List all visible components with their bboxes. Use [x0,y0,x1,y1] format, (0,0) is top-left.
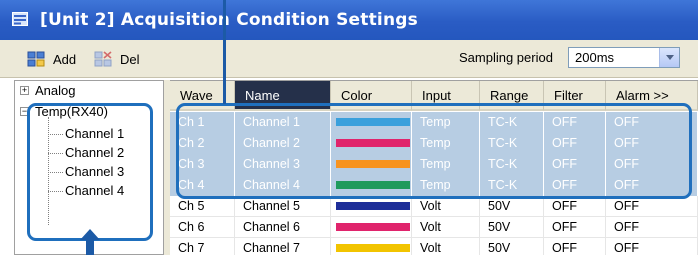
window-titlebar: [Unit 2] Acquisition Condition Settings [0,0,698,40]
cell-alarm[interactable]: OFF [606,196,698,217]
column-header-color[interactable]: Color [331,81,412,111]
tree-connector [48,134,63,135]
tree-item-channel-4[interactable]: Channel 4 [65,183,124,198]
add-button-label: Add [53,51,77,67]
cell-color[interactable] [331,154,412,175]
cell-name[interactable]: Channel 1 [235,112,331,133]
color-swatch[interactable] [336,118,410,126]
cell-channel[interactable]: Ch 1 [170,112,235,133]
cell-alarm[interactable]: OFF [606,175,698,196]
table-row[interactable]: Ch 1 Channel 1 Temp TC-K OFF OFF [170,112,698,133]
tree-connector [48,172,63,173]
table-row[interactable]: Ch 2 Channel 2 Temp TC-K OFF OFF [170,133,698,154]
tree-node-analog-label: Analog [35,83,76,98]
add-icon [27,51,45,67]
cell-color[interactable] [331,238,412,255]
table-row[interactable]: Ch 6 Channel 6 Volt 50V OFF OFF [170,217,698,238]
cell-channel[interactable]: Ch 5 [170,196,235,217]
cell-filter[interactable]: OFF [544,217,606,238]
color-swatch[interactable] [336,160,410,168]
table-row[interactable]: Ch 5 Channel 5 Volt 50V OFF OFF [170,196,698,217]
expand-plus-icon[interactable]: + [20,86,29,95]
cell-input[interactable]: Volt [412,217,480,238]
tree-connector [48,153,63,154]
delete-button[interactable]: Del [94,49,140,69]
tree-node-temp-module-label: Temp(RX40) [35,104,108,119]
cell-filter[interactable]: OFF [544,196,606,217]
tree-item-channel-3[interactable]: Channel 3 [65,164,124,179]
cell-filter[interactable]: OFF [544,154,606,175]
callout-line [223,0,226,104]
color-swatch[interactable] [336,223,410,231]
channel-settings-grid: Wave Name Color Input Range Filter Alarm… [170,80,698,255]
cell-channel[interactable]: Ch 3 [170,154,235,175]
cell-range[interactable]: 50V [480,217,544,238]
cell-name[interactable]: Channel 5 [235,196,331,217]
cell-color[interactable] [331,175,412,196]
cell-input[interactable]: Volt [412,238,480,255]
collapse-minus-icon[interactable]: − [20,107,29,116]
window-title: [Unit 2] Acquisition Condition Settings [40,10,418,30]
sampling-period-value: 200ms [575,50,615,65]
cell-alarm[interactable]: OFF [606,112,698,133]
cell-color[interactable] [331,196,412,217]
cell-filter[interactable]: OFF [544,238,606,255]
column-header-name[interactable]: Name [235,81,331,111]
color-swatch[interactable] [336,139,410,147]
cell-range[interactable]: TC-K [480,133,544,154]
color-swatch[interactable] [336,181,410,189]
cell-alarm[interactable]: OFF [606,238,698,255]
cell-name[interactable]: Channel 4 [235,175,331,196]
cell-alarm[interactable]: OFF [606,217,698,238]
tree-connector [48,191,63,192]
column-header-alarm[interactable]: Alarm >> [606,81,698,111]
delete-icon [94,51,112,67]
tree-item-channel-1[interactable]: Channel 1 [65,126,124,141]
cell-alarm[interactable]: OFF [606,154,698,175]
cell-channel[interactable]: Ch 4 [170,175,235,196]
cell-filter[interactable]: OFF [544,112,606,133]
cell-range[interactable]: TC-K [480,112,544,133]
cell-channel[interactable]: Ch 6 [170,217,235,238]
column-header-input[interactable]: Input [412,81,480,111]
cell-range[interactable]: 50V [480,196,544,217]
tree-item-channel-2[interactable]: Channel 2 [65,145,124,160]
cell-input[interactable]: Volt [412,196,480,217]
cell-channel[interactable]: Ch 2 [170,133,235,154]
cell-filter[interactable]: OFF [544,133,606,154]
cell-range[interactable]: TC-K [480,175,544,196]
cell-alarm[interactable]: OFF [606,133,698,154]
table-row[interactable]: Ch 3 Channel 3 Temp TC-K OFF OFF [170,154,698,175]
table-row[interactable]: Ch 4 Channel 4 Temp TC-K OFF OFF [170,175,698,196]
window-app-icon [12,12,28,26]
cell-name[interactable]: Channel 3 [235,154,331,175]
cell-range[interactable]: 50V [480,238,544,255]
add-button[interactable]: Add [27,49,76,69]
column-header-filter[interactable]: Filter [544,81,606,111]
cell-color[interactable] [331,112,412,133]
color-swatch[interactable] [336,202,410,210]
cell-name[interactable]: Channel 7 [235,238,331,255]
cell-input[interactable]: Temp [412,112,480,133]
cell-name[interactable]: Channel 2 [235,133,331,154]
sampling-period-label: Sampling period [459,50,553,65]
chevron-down-icon[interactable] [659,48,679,67]
cell-channel[interactable]: Ch 7 [170,238,235,255]
cell-input[interactable]: Temp [412,133,480,154]
delete-button-label: Del [120,51,140,67]
cell-color[interactable] [331,217,412,238]
sampling-period-select[interactable]: 200ms [568,47,680,68]
cell-name[interactable]: Channel 6 [235,217,331,238]
column-header-range[interactable]: Range [480,81,544,111]
arrow-up-icon [80,229,100,255]
cell-filter[interactable]: OFF [544,175,606,196]
table-row[interactable]: Ch 7 Channel 7 Volt 50V OFF OFF [170,238,698,255]
cell-color[interactable] [331,133,412,154]
color-swatch[interactable] [336,244,410,252]
cell-range[interactable]: TC-K [480,154,544,175]
cell-input[interactable]: Temp [412,175,480,196]
cell-input[interactable]: Temp [412,154,480,175]
